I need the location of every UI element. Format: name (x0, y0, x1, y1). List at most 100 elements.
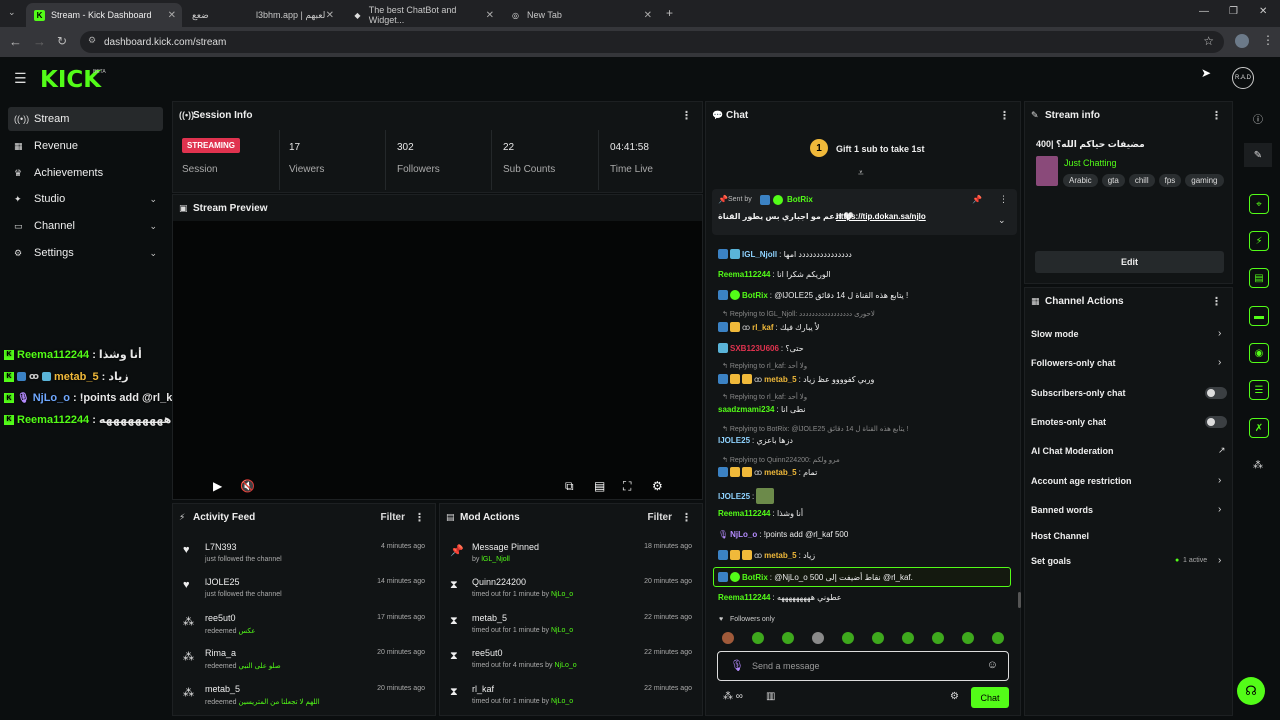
feed-user[interactable]: Rima_a (205, 648, 236, 658)
followers-only-item[interactable]: Followers-only chat (1031, 358, 1116, 368)
chat-user[interactable]: metab_5 (764, 468, 796, 477)
chat-input-field[interactable]: 🎙 Send a message ☺ (717, 651, 1009, 681)
scroll-down-icon[interactable]: ⩡ (858, 168, 864, 179)
subscribers-only-toggle[interactable] (1205, 387, 1227, 399)
chat-user[interactable]: SXB123U606 (730, 344, 779, 353)
maximize-icon[interactable]: ❐ (1229, 6, 1238, 17)
tab-new[interactable]: ◎ New Tab ✕ (502, 3, 658, 27)
edit-button[interactable]: Edit (1035, 251, 1224, 273)
chat-user[interactable]: BotRix (742, 291, 768, 300)
more-options-icon[interactable]: ⋮ (681, 511, 692, 524)
ai-moderation-item[interactable]: AI Chat Moderation (1031, 446, 1114, 456)
set-goals-item[interactable]: Set goals (1031, 556, 1071, 566)
apps-icon[interactable]: ⁂ (1244, 453, 1272, 477)
chevron-down-icon[interactable]: ⌄ (149, 248, 157, 259)
pip-icon[interactable]: ⧉ (565, 479, 574, 494)
chevron-right-icon[interactable]: › (1218, 328, 1221, 339)
mod-user[interactable]: rl_kaf (472, 684, 494, 694)
more-options-icon[interactable]: ⋮ (999, 194, 1008, 205)
feed-user[interactable]: metab_5 (205, 684, 240, 694)
emote-icon[interactable] (962, 632, 974, 644)
chat-user[interactable]: lGL_Njoll (742, 250, 777, 259)
chat-bubble-icon[interactable]: ▬ (1249, 306, 1269, 326)
pinned-link[interactable]: https://tip.dokan.sa/njlo (836, 212, 926, 221)
kick-logo[interactable]: KICK (40, 67, 101, 93)
play-icon[interactable]: ▶ (213, 479, 222, 493)
minimize-icon[interactable]: — (1199, 6, 1209, 17)
window-close-icon[interactable]: ✕ (1259, 6, 1267, 17)
account-age-item[interactable]: Account age restriction (1031, 476, 1132, 486)
chevron-right-icon[interactable]: › (1218, 504, 1221, 515)
feed-user[interactable]: L7N393 (205, 542, 237, 552)
mod-user[interactable]: Quinn224200 (472, 577, 526, 587)
fullscreen-icon[interactable]: ⛶ (623, 479, 631, 494)
banned-words-item[interactable]: Banned words (1031, 505, 1093, 515)
browser-menu-icon[interactable]: ⋮ (1262, 33, 1274, 47)
sidebar-item-achievements[interactable]: ♛ Achievements (8, 161, 163, 185)
close-tab-icon[interactable]: ✕ (644, 10, 652, 21)
unpin-icon[interactable]: 📌 (972, 195, 982, 204)
filter-button[interactable]: Filter (381, 512, 405, 523)
points-icon[interactable]: ⁂ ∞ (723, 691, 743, 702)
chat-user[interactable]: saadzmami234 (718, 405, 774, 414)
url-field[interactable]: ⚙ dashboard.kick.com/stream ☆ (80, 31, 1224, 53)
support-headset-icon[interactable]: ☊ (1237, 677, 1265, 705)
chat-user[interactable]: metab_5 (764, 375, 796, 384)
emote-icon[interactable] (752, 632, 764, 644)
more-options-icon[interactable]: ⋮ (999, 109, 1010, 122)
bookmark-star-icon[interactable]: ☆ (1203, 34, 1214, 48)
chevron-down-icon[interactable]: ⌄ (149, 194, 157, 205)
pinned-user[interactable]: BotRix (787, 195, 813, 204)
emotes-only-toggle[interactable] (1205, 416, 1227, 428)
reload-icon[interactable]: ↻ (57, 34, 67, 48)
sidebar-item-settings[interactable]: ⚙ Settings ⌄ (8, 241, 163, 265)
chat-user[interactable]: BotRix (742, 573, 768, 582)
more-options-icon[interactable]: ⋮ (681, 109, 692, 122)
chat-user[interactable]: Reema112244 (718, 270, 771, 279)
chevron-right-icon[interactable]: › (1218, 475, 1221, 486)
feed-user[interactable]: ree5ut0 (205, 613, 236, 623)
new-tab-icon[interactable]: + (666, 6, 673, 20)
clip-icon[interactable]: ⌖ (1249, 194, 1269, 214)
sidebar-item-revenue[interactable]: ▦ Revenue (8, 134, 163, 158)
emote-icon[interactable] (992, 632, 1004, 644)
tab-4[interactable]: ◆ The best ChatBot and Widget... ✕ (344, 3, 500, 27)
avatar[interactable]: R.A.D (1232, 67, 1254, 89)
emoji-icon[interactable]: ☺ (987, 659, 998, 671)
theater-icon[interactable]: ▤ (594, 479, 605, 493)
chat-user[interactable]: lJOLE25 (718, 492, 750, 501)
info-icon[interactable]: ⓘ (1244, 106, 1272, 130)
send-chat-button[interactable]: Chat (971, 687, 1009, 708)
chat-user[interactable]: lJOLE25 (718, 436, 750, 445)
broadcast-icon[interactable]: ◉ (1249, 343, 1269, 363)
back-icon[interactable]: ← (9, 34, 22, 49)
pencil-icon[interactable]: ✎ (1244, 143, 1272, 167)
shop-icon[interactable]: ▥ (766, 691, 775, 702)
sidebar-item-studio[interactable]: ✦ Studio ⌄ (8, 187, 163, 211)
tab-kick-dashboard[interactable]: K Stream - Kick Dashboard ✕ (26, 3, 182, 27)
mod-user[interactable]: metab_5 (472, 613, 507, 623)
close-tab-icon[interactable]: ✕ (486, 10, 494, 21)
chat-user[interactable]: Reema112244 (718, 593, 771, 602)
chat-user[interactable]: NjLo_o (730, 530, 757, 539)
more-options-icon[interactable]: ⋮ (1211, 109, 1222, 122)
emote-icon[interactable] (812, 632, 824, 644)
mod-user[interactable]: ree5ut0 (472, 648, 503, 658)
chevron-right-icon[interactable]: › (1218, 555, 1221, 566)
chat-settings-icon[interactable]: ⚙ (950, 691, 959, 702)
feed-user[interactable]: lJOLE25 (205, 577, 240, 587)
chat-user[interactable]: Reema112244 (718, 509, 771, 518)
gift-sub-prompt[interactable]: Gift 1 sub to take 1st (836, 144, 925, 154)
tab-list-icon[interactable]: ⌄ (8, 7, 16, 18)
category-name[interactable]: Just Chatting (1064, 158, 1117, 168)
sidebar-item-stream[interactable]: ((•)) Stream (8, 107, 163, 131)
forward-icon[interactable]: → (33, 34, 46, 49)
settings-gear-icon[interactable]: ⚙ (652, 479, 663, 493)
more-options-icon[interactable]: ⋮ (414, 511, 425, 524)
sidebar-item-channel[interactable]: ▭ Channel ⌄ (8, 214, 163, 238)
slow-mode-item[interactable]: Slow mode (1031, 329, 1079, 339)
chat-user[interactable]: rl_kaf (752, 323, 773, 332)
emote-icon[interactable] (872, 632, 884, 644)
hamburger-menu-icon[interactable]: ☰ (14, 70, 27, 87)
more-options-icon[interactable]: ⋮ (1211, 295, 1222, 308)
